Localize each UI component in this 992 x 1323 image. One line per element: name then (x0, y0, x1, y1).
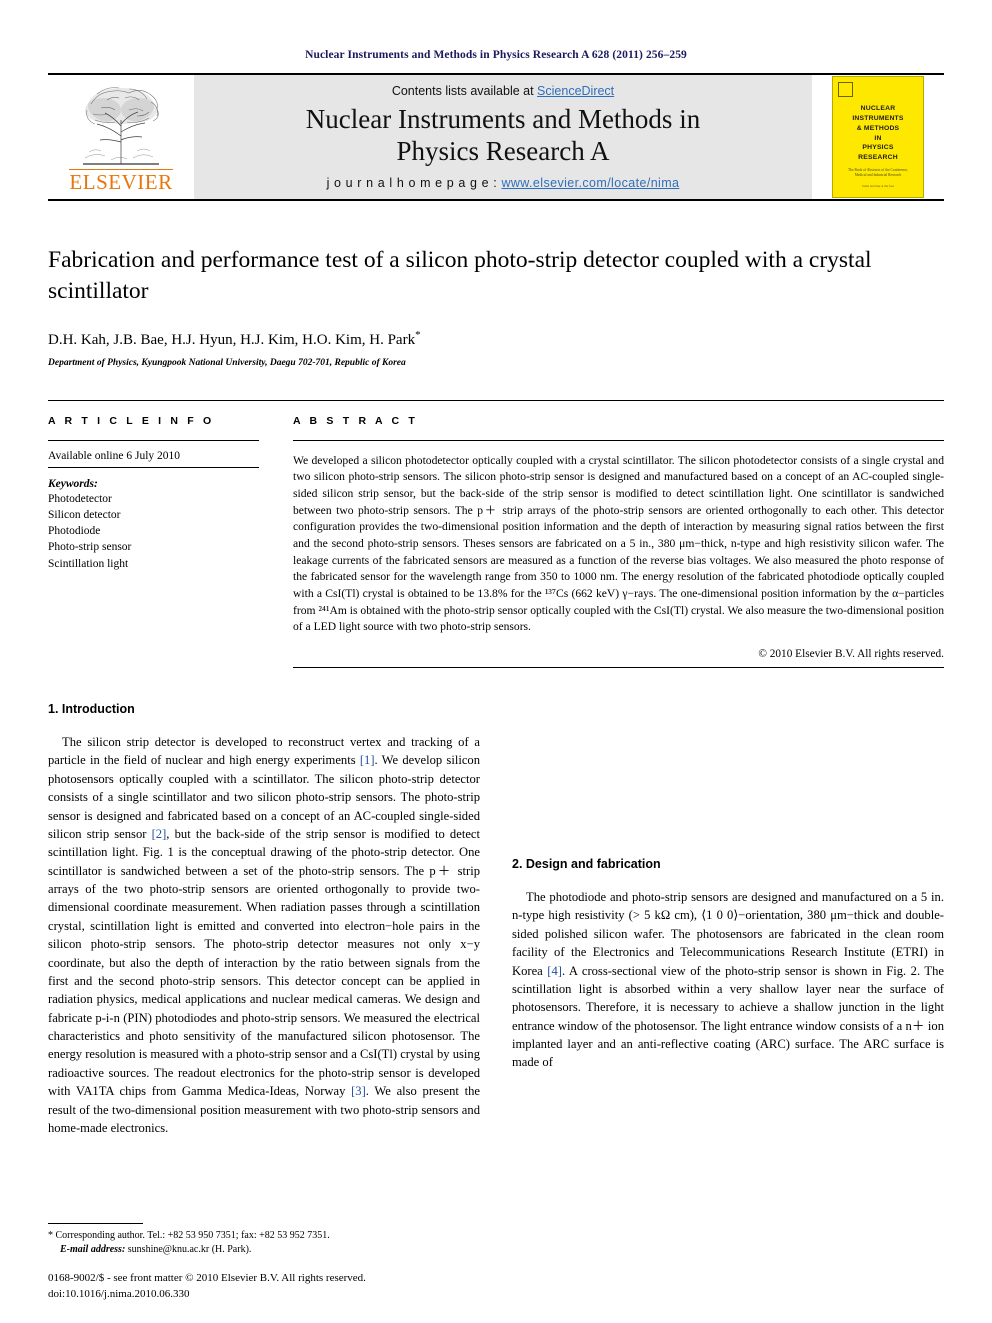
column-continuation-spacer (512, 702, 944, 827)
introduction-paragraph: The silicon strip detector is developed … (48, 735, 480, 1135)
info-abstract-block: A R T I C L E I N F O Available online 6… (48, 399, 944, 669)
design-paragraph: The photodiode and photo-strip sensors a… (512, 890, 944, 1070)
email-note: E-mail address: sunshine@knu.ac.kr (H. P… (48, 1243, 468, 1257)
cover-subtitle: The Book of Abstracts of the Conference,… (848, 168, 908, 178)
page-title: Fabrication and performance test of a si… (48, 247, 872, 305)
available-online: Available online 6 July 2010 (48, 447, 259, 468)
footnote-zone: * Corresponding author. Tel.: +82 53 950… (48, 1223, 468, 1303)
cover-footer: Some text line at the foot (861, 184, 895, 188)
paper-page: Nuclear Instruments and Methods in Physi… (0, 0, 992, 1323)
cover-title: NUCLEAR INSTRUMENTS & METHODS IN PHYSICS RESE… (852, 105, 904, 162)
doi-line: doi:10.1016/j.nima.2010.06.330 (48, 1288, 190, 1301)
keywords-label: Keywords: (48, 477, 98, 490)
corresponding-author-marker: * (415, 328, 421, 341)
journal-title-line-1: Nuclear Instruments and Methods in (305, 104, 701, 135)
body-column-right: 2. Design and fabrication The photodiode… (512, 702, 944, 1137)
journal-title-line-2: Physics Research A (396, 135, 610, 166)
title-area: Fabrication and performance test of a si… (48, 245, 944, 368)
email-label: E-mail address: (60, 1244, 126, 1256)
front-matter-line: 0168-9002/$ - see front matter © 2010 El… (48, 1272, 366, 1285)
keyword-item: Silicon detector (48, 508, 121, 521)
author-names: D.H. Kah, J.B. Bae, H.J. Hyun, H.J. Kim,… (48, 331, 416, 348)
body-column-left: 1. Introduction The silicon strip detect… (48, 702, 480, 1137)
abstract-rule (293, 439, 944, 441)
journal-homepage-link[interactable]: www.elsevier.com/locate/nima (501, 176, 679, 190)
journal-title: Nuclear Instruments and Methods in Physi… (306, 104, 700, 167)
article-info-column: A R T I C L E I N F O Available online 6… (48, 415, 293, 669)
abstract-heading: A B S T R A C T (293, 414, 418, 427)
email-value: sunshine@knu.ac.kr (H. Park). (125, 1244, 252, 1256)
elsevier-wordmark: ELSEVIER (69, 169, 173, 194)
keyword-item: Scintillation light (48, 557, 129, 570)
footnote-rule (48, 1223, 143, 1225)
contents-available-line: Contents lists available at ScienceDirec… (392, 84, 614, 98)
article-info-rule (48, 439, 259, 441)
elsevier-logo-block: ELSEVIER (48, 75, 194, 199)
homepage-label: j o u r n a l h o m e p a g e : (326, 175, 502, 190)
journal-cover-thumbnail: NUCLEAR INSTRUMENTS & METHODS IN PHYSICS RESE… (832, 76, 924, 198)
front-matter-note: 0168-9002/$ - see front matter © 2010 El… (48, 1271, 468, 1303)
running-head: Nuclear Instruments and Methods in Physi… (305, 49, 687, 61)
keywords-list: Photodetector Silicon detector Photodiod… (48, 491, 259, 573)
elsevier-tree-icon (83, 87, 159, 165)
keyword-item: Photodetector (48, 492, 112, 505)
corresponding-author-note: * Corresponding author. Tel.: +82 53 950… (48, 1230, 330, 1242)
abstract-text: We developed a silicon photodetector opt… (293, 453, 944, 634)
body-columns: 1. Introduction The silicon strip detect… (48, 702, 944, 1137)
sciencedirect-link[interactable]: ScienceDirect (537, 84, 614, 98)
contents-prefix: Contents lists available at (391, 84, 538, 99)
cover-publisher-mark-icon (838, 82, 853, 97)
keyword-item: Photo-strip sensor (48, 541, 132, 554)
journal-masthead: ELSEVIER Contents lists available at Sci… (48, 73, 944, 201)
abstract-copyright: © 2010 Elsevier B.V. All rights reserved… (293, 648, 944, 669)
abstract-column: A B S T R A C T We developed a silicon p… (293, 415, 944, 669)
masthead-center: Contents lists available at ScienceDirec… (194, 75, 812, 199)
journal-homepage-line: j o u r n a l h o m e p a g e : www.else… (327, 176, 680, 190)
section-heading-introduction: 1. Introduction (48, 702, 135, 717)
journal-cover-block: NUCLEAR INSTRUMENTS & METHODS IN PHYSICS RESE… (812, 75, 944, 199)
section-heading-design: 2. Design and fabrication (512, 857, 661, 872)
author-list: D.H. Kah, J.B. Bae, H.J. Hyun, H.J. Kim,… (48, 329, 944, 349)
article-info-heading: A R T I C L E I N F O (48, 414, 215, 427)
affiliation: Department of Physics, Kyungpook Nationa… (48, 357, 406, 368)
keyword-item: Photodiode (48, 525, 101, 538)
